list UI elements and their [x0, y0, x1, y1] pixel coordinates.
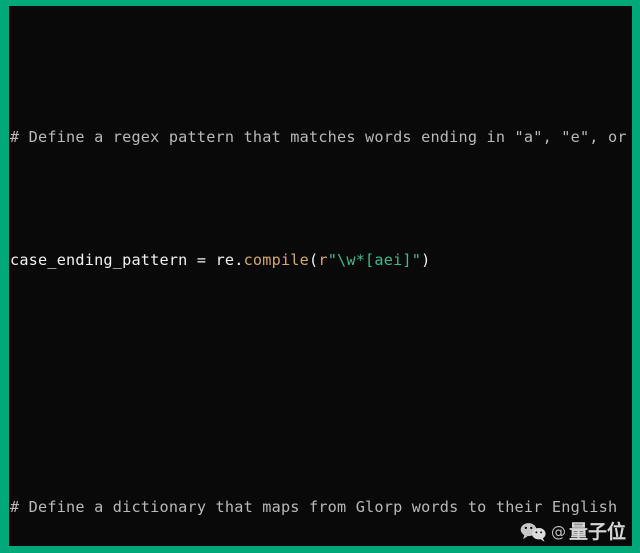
variable-name-case-ending-pattern: case_ending_pattern	[10, 251, 197, 270]
regex-pattern-string: "\w*[aei]"	[327, 251, 422, 270]
paren-close: )	[421, 251, 431, 270]
assignment-operator: =	[196, 251, 216, 270]
code-line-comment-dict-a: # Define a dictionary that maps from Glo…	[9, 495, 632, 520]
module-re: re.	[215, 251, 244, 270]
function-compile: compile	[243, 251, 309, 270]
code-block[interactable]: # Define a regex pattern that matches wo…	[9, 6, 632, 546]
comment-text-dict-a: # Define a dictionary that maps from Glo…	[10, 498, 618, 517]
code-line-regex-assignment: case_ending_pattern = re.compile(r"\w*[a…	[9, 248, 632, 273]
raw-string-prefix: r	[318, 251, 328, 270]
comment-text: # Define a regex pattern that matches wo…	[10, 127, 632, 146]
paren-open: (	[309, 251, 319, 270]
screenshot-frame: # Define a regex pattern that matches wo…	[0, 0, 640, 553]
code-line-comment-regex: # Define a regex pattern that matches wo…	[9, 125, 632, 150]
code-canvas: # Define a regex pattern that matches wo…	[9, 6, 632, 546]
